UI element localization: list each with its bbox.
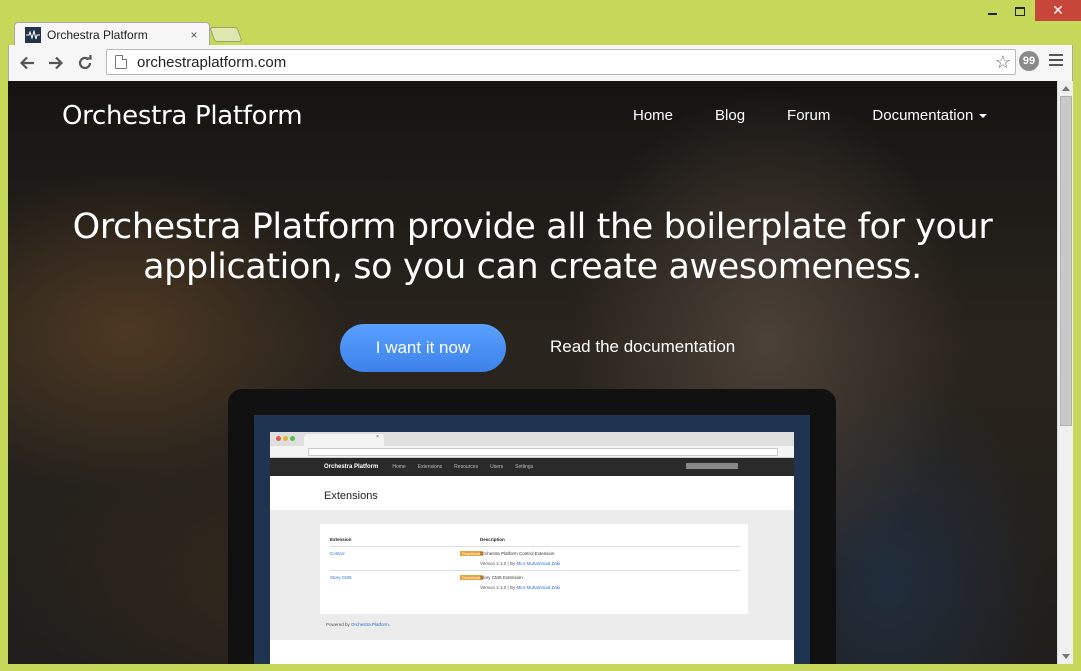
maximize-button[interactable] bbox=[1006, 0, 1034, 22]
site-brand[interactable]: Orchestra Platform bbox=[62, 101, 303, 131]
scroll-down-icon[interactable] bbox=[1062, 654, 1070, 659]
forward-arrow-icon bbox=[49, 56, 64, 70]
bookmark-star-icon[interactable]: ☆ bbox=[995, 52, 1011, 73]
vertical-scrollbar[interactable] bbox=[1057, 81, 1073, 664]
site-nav: Home Blog Forum Documentation bbox=[633, 107, 988, 124]
dropdown-caret-icon bbox=[979, 114, 988, 119]
cta-primary-button[interactable]: I want it now bbox=[340, 324, 506, 372]
mockup-page-title: Extensions bbox=[270, 476, 794, 510]
address-bar[interactable]: orchestraplatform.com ☆ bbox=[106, 49, 1016, 75]
laptop-mockup: × Orchestra Platform Home Extensions Res… bbox=[228, 389, 836, 664]
chrome-menu-icon[interactable] bbox=[1049, 54, 1063, 66]
new-tab-button[interactable] bbox=[209, 27, 243, 42]
mockup-browser: × Orchestra Platform Home Extensions Res… bbox=[270, 432, 794, 664]
maximize-icon bbox=[1015, 6, 1025, 16]
url-text: orchestraplatform.com bbox=[137, 53, 287, 71]
reload-button[interactable] bbox=[71, 49, 99, 77]
back-button[interactable] bbox=[13, 49, 41, 77]
nav-documentation[interactable]: Documentation bbox=[872, 107, 988, 124]
scroll-up-icon[interactable] bbox=[1062, 86, 1070, 91]
close-window-button[interactable]: ✕ bbox=[1035, 0, 1081, 21]
page-icon bbox=[115, 55, 127, 69]
reload-icon bbox=[78, 55, 92, 70]
nav-home[interactable]: Home bbox=[633, 107, 673, 124]
nav-forum[interactable]: Forum bbox=[787, 107, 830, 124]
browser-window: ✕ Orchestra Platform × orchestraplatform… bbox=[0, 0, 1081, 671]
site-favicon-icon bbox=[25, 26, 41, 43]
browser-tab[interactable]: Orchestra Platform × bbox=[14, 22, 210, 46]
mockup-footer: Powered by Orchestra Platform. bbox=[326, 622, 391, 627]
minimize-button[interactable] bbox=[978, 0, 1006, 22]
scrollbar-thumb[interactable] bbox=[1060, 96, 1072, 426]
hero-headline: Orchestra Platform provide all the boile… bbox=[72, 207, 993, 287]
tab-title: Orchestra Platform bbox=[47, 27, 148, 42]
extension-icon[interactable]: 99 bbox=[1019, 51, 1039, 71]
nav-blog[interactable]: Blog bbox=[715, 107, 745, 124]
tab-close-icon[interactable]: × bbox=[187, 28, 201, 42]
mockup-navbar: Orchestra Platform Home Extensions Resou… bbox=[270, 458, 794, 476]
mockup-extensions-table: Extension Description Control Deactivate… bbox=[320, 524, 748, 614]
minimize-icon bbox=[987, 13, 997, 15]
back-arrow-icon bbox=[19, 56, 34, 70]
browser-toolbar: orchestraplatform.com ☆ 99 bbox=[8, 45, 1073, 81]
laptop-screen: × Orchestra Platform Home Extensions Res… bbox=[254, 415, 810, 664]
page-viewport: Orchestra Platform Home Blog Forum Docum… bbox=[8, 81, 1057, 664]
read-documentation-link[interactable]: Read the documentation bbox=[550, 337, 735, 357]
forward-button[interactable] bbox=[42, 49, 70, 77]
